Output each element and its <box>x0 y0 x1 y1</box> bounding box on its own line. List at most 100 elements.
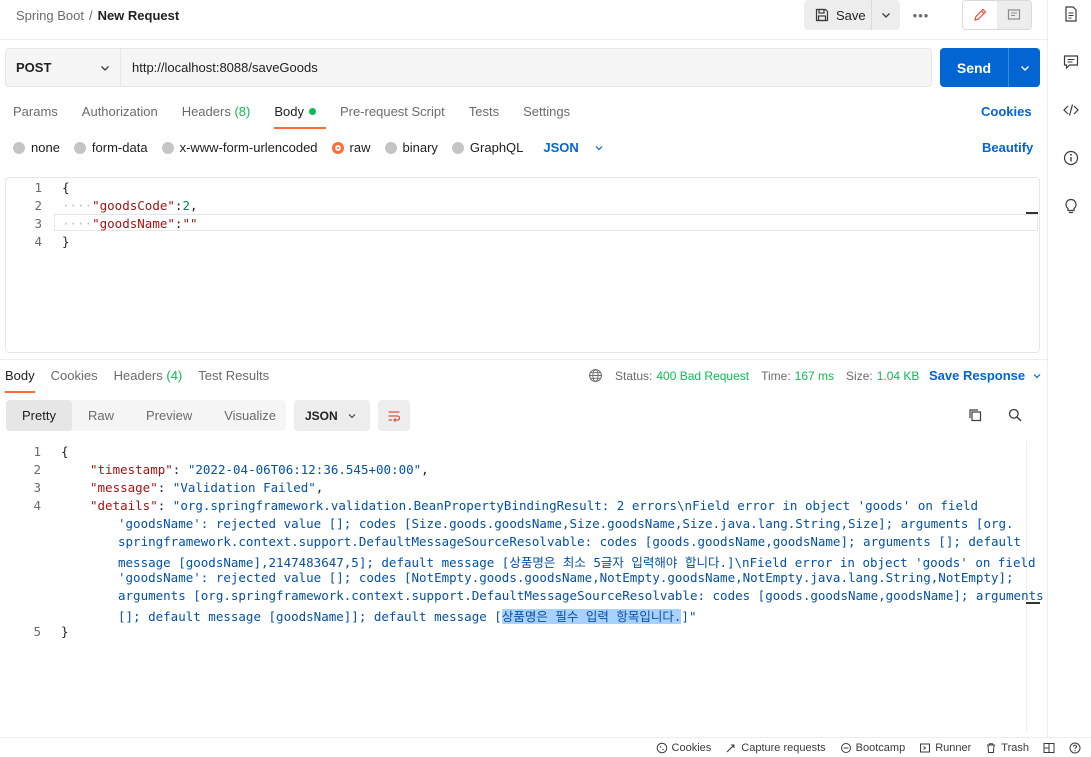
text-selection[interactable]: 상품명은 필수 입력 항목입니다. <box>501 609 682 624</box>
send-dropdown-button[interactable] <box>1009 48 1040 87</box>
code-line-wrapped: message [goodsName],2147483647,5]; defau… <box>118 555 1036 570</box>
capture-icon <box>726 744 735 753</box>
scrollbar-track[interactable] <box>1026 441 1027 731</box>
radio-dot <box>161 141 174 154</box>
tab-test-results[interactable]: Test Results <box>198 368 269 383</box>
time-label: Time: <box>761 368 791 383</box>
view-pretty[interactable]: Pretty <box>6 400 72 431</box>
tab-body[interactable]: Body <box>274 104 326 129</box>
radio-dot <box>384 141 397 154</box>
globe-icon[interactable] <box>588 368 603 383</box>
breadcrumb-collection[interactable]: Spring Boot <box>16 8 84 23</box>
status-bootcamp[interactable]: Bootcamp <box>840 742 905 754</box>
documentation-icon[interactable] <box>1062 5 1080 23</box>
view-preview[interactable]: Preview <box>130 400 208 431</box>
body-type-selector: none form-data x-www-form-urlencoded raw… <box>13 140 605 155</box>
view-raw[interactable]: Raw <box>72 400 130 431</box>
tab-settings[interactable]: Settings <box>523 104 570 119</box>
radio-binary[interactable]: binary <box>384 140 438 155</box>
status-capture-label: Capture requests <box>741 742 826 754</box>
json-key: "details" <box>90 498 158 513</box>
headers-count: (8) <box>234 104 251 119</box>
search-icon[interactable] <box>1007 407 1023 423</box>
two-pane-icon[interactable] <box>1043 742 1055 754</box>
status-cookies-label: Cookies <box>671 742 712 754</box>
url-input[interactable]: http://localhost:8088/saveGoods <box>121 48 932 87</box>
line-number: 2 <box>33 462 41 477</box>
tab-response-headers[interactable]: Headers (4) <box>114 368 183 383</box>
status-trash-label: Trash <box>1001 742 1029 754</box>
url-value: http://localhost:8088/saveGoods <box>132 60 318 75</box>
json-string: "" <box>182 216 198 231</box>
comment-mode-button[interactable] <box>997 1 1031 29</box>
trash-icon <box>987 743 996 753</box>
save-response-button[interactable]: Save Response <box>929 368 1043 383</box>
save-button[interactable]: Save <box>804 0 872 30</box>
chevron-down-icon <box>101 66 109 71</box>
tab-tests[interactable]: Tests <box>469 104 499 119</box>
line-number: 3 <box>33 480 41 495</box>
code-line: } <box>61 624 69 639</box>
json-brace: } <box>62 234 70 249</box>
comments-icon[interactable] <box>1062 53 1080 71</box>
wrap-lines-button[interactable] <box>378 400 410 431</box>
json-string: "Validation Failed" <box>172 480 316 495</box>
radio-urlencoded[interactable]: x-www-form-urlencoded <box>161 140 318 155</box>
save-response-label: Save Response <box>929 368 1026 383</box>
line-number: 2 <box>34 198 42 213</box>
pane-divider[interactable] <box>0 359 1047 360</box>
size-value[interactable]: 1.04 KB <box>877 369 920 383</box>
radio-form-data[interactable]: form-data <box>73 140 148 155</box>
tab-headers-label: Headers <box>181 104 231 119</box>
runner-icon <box>920 743 931 753</box>
breadcrumb-request-name[interactable]: New Request <box>98 8 180 23</box>
tab-response-body[interactable]: Body <box>5 368 35 393</box>
radio-raw[interactable]: raw <box>331 140 371 155</box>
tab-authorization[interactable]: Authorization <box>82 104 158 119</box>
raw-format-value: JSON <box>543 140 579 155</box>
save-button-group: Save <box>804 0 900 30</box>
tab-headers[interactable]: Headers (8) <box>182 104 251 119</box>
send-button[interactable]: Send <box>940 48 1009 87</box>
status-trash[interactable]: Trash <box>985 742 1029 754</box>
info-icon[interactable] <box>1062 149 1080 167</box>
response-format-select[interactable]: JSON <box>294 400 370 431</box>
json-string: "2022-04-06T06:12:36.545+00:00" <box>187 462 422 477</box>
status-label: Status: <box>615 368 653 383</box>
edit-mode-button[interactable] <box>963 1 997 29</box>
cookies-link[interactable]: Cookies <box>981 104 1032 119</box>
radio-label: raw <box>349 140 371 155</box>
copy-icon[interactable] <box>967 407 983 423</box>
radio-graphql[interactable]: GraphQL <box>451 140 524 155</box>
help-icon[interactable] <box>1069 742 1081 754</box>
radio-none[interactable]: none <box>13 140 60 155</box>
tab-params[interactable]: Params <box>13 104 58 119</box>
tab-response-cookies[interactable]: Cookies <box>51 368 98 383</box>
line-number: 1 <box>34 180 42 195</box>
beautify-button[interactable]: Beautify <box>982 140 1033 155</box>
save-label: Save <box>836 7 866 23</box>
status-runner[interactable]: Runner <box>919 742 971 754</box>
json-string: "org.springframework.validation.BeanProp… <box>172 498 979 513</box>
tab-prerequest-script[interactable]: Pre-request Script <box>340 104 445 119</box>
lightbulb-icon[interactable] <box>1062 197 1080 215</box>
view-visualize[interactable]: Visualize <box>208 400 292 431</box>
status-capture-requests[interactable]: Capture requests <box>725 742 826 754</box>
save-dropdown-button[interactable] <box>872 0 900 30</box>
json-number: 2 <box>182 198 190 213</box>
radio-label: form-data <box>91 140 148 155</box>
code-icon[interactable] <box>1062 101 1080 119</box>
json-key: "goodsCode" <box>92 198 175 213</box>
radio-label: GraphQL <box>469 140 524 155</box>
code-line-wrapped: springframework.context.support.DefaultM… <box>118 534 1022 549</box>
radio-dot <box>13 141 25 154</box>
breadcrumb: Spring Boot / New Request <box>16 8 179 23</box>
chevron-down-icon <box>1033 373 1041 378</box>
tab-label: Headers <box>113 368 163 383</box>
status-cookies[interactable]: Cookies <box>656 742 712 754</box>
time-value[interactable]: 167 ms <box>795 369 834 383</box>
raw-format-select[interactable]: JSON <box>543 140 604 155</box>
more-options-button[interactable]: ••• <box>910 5 932 25</box>
status-value[interactable]: 400 Bad Request <box>656 369 749 383</box>
current-line-highlight <box>54 214 1038 231</box>
